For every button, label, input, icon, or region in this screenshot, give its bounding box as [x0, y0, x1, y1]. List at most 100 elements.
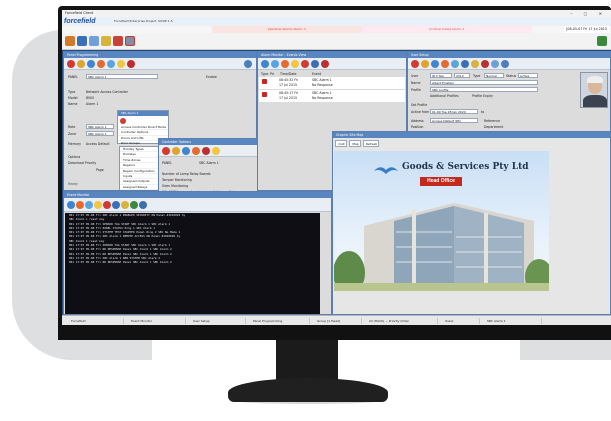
task-panel-programming[interactable]: Panel Programming	[248, 318, 310, 324]
tab-quit[interactable]: Quit	[335, 140, 347, 147]
address-field[interactable]: Access Default 9Hz	[430, 118, 478, 123]
user-type-label: Type	[473, 74, 481, 78]
close-icon[interactable]	[120, 118, 126, 124]
monitor-stand-base	[228, 378, 388, 402]
user-photo[interactable]	[580, 72, 608, 108]
alarm-indicator-critical[interactable]: [Critical Pulse] Alarm: 1	[362, 26, 532, 33]
add-icon[interactable]	[182, 147, 190, 155]
camera-icon[interactable]	[311, 60, 319, 68]
active-to-label: to	[481, 110, 485, 114]
task-sbc-alarm[interactable]: SBC Alarm 1	[482, 318, 542, 324]
panel-programming-icon[interactable]	[125, 36, 135, 46]
search-icon[interactable]	[271, 60, 279, 68]
rate-field[interactable]: SBC Alarm 1	[86, 124, 114, 129]
col-time: Time/Date	[280, 72, 297, 76]
panel-programming-toolbar	[64, 58, 256, 70]
silence-icon[interactable]	[301, 60, 309, 68]
active-from-field[interactable]: 01:00 Tue 28 Jan 2020	[430, 109, 478, 114]
user-id-field[interactable]: 2313	[454, 73, 470, 78]
table-row[interactable]: 08:45:32 Fri 17 Jul 2015 SBC Alarm 1 No …	[259, 77, 405, 89]
search-icon[interactable]	[451, 60, 459, 68]
edit-icon[interactable]	[441, 60, 449, 68]
download-priority-label: Download Priority	[68, 161, 97, 165]
copy-icon[interactable]	[117, 60, 125, 68]
card-icon[interactable]	[471, 60, 479, 68]
building-photo[interactable]: Goods & Services Pty Ltd Head Office	[334, 151, 549, 291]
window-controls[interactable]: – ▢ ✕	[570, 10, 607, 17]
office-building	[334, 203, 549, 291]
siren-monitoring-label[interactable]: Siren Monitoring	[162, 184, 188, 188]
delete-icon[interactable]	[103, 201, 111, 209]
folder-icon[interactable]	[101, 36, 111, 46]
memory-label: Memory	[68, 142, 81, 146]
event-log[interactable]: 001 17:07 05-08 Fri SBC Alarm 1 ENABLED …	[65, 213, 320, 314]
tamper-monitoring-label[interactable]: Tamper Monitoring	[162, 178, 192, 182]
additional-profiles-label[interactable]: Additional Profiles	[430, 94, 459, 98]
add-icon[interactable]	[431, 60, 439, 68]
edit-icon[interactable]	[192, 147, 200, 155]
rate-label: Rate	[68, 125, 76, 129]
delete-icon[interactable]	[127, 60, 135, 68]
network-icon[interactable]	[89, 36, 99, 46]
user-name-field[interactable]: Albert Einstein	[430, 80, 538, 85]
acknowledge-icon[interactable]	[261, 60, 269, 68]
note-icon[interactable]	[94, 201, 102, 209]
site-map-window: Graphic Site Map Quit Map Refresh Goods …	[332, 131, 611, 315]
search-icon[interactable]	[85, 201, 93, 209]
search-icon[interactable]	[107, 60, 115, 68]
edit-icon[interactable]	[97, 60, 105, 68]
user-id-select[interactable]: ID ▾ Tag	[430, 73, 452, 78]
refresh-icon[interactable]	[244, 60, 252, 68]
task-users[interactable]: Users	[440, 318, 480, 324]
tab-refresh[interactable]: Refresh	[363, 140, 379, 147]
photo-icon[interactable]	[491, 60, 499, 68]
tab-map[interactable]: Map	[349, 140, 361, 147]
panel-select[interactable]: SBC Alarm 1	[86, 74, 158, 79]
edit-icon[interactable]	[281, 60, 289, 68]
print-icon[interactable]	[121, 201, 129, 209]
refresh-icon[interactable]	[501, 60, 509, 68]
brand-logo: forcefield	[64, 18, 96, 25]
alarm-indicator-sentinel[interactable]: [Sentinel alarm] Alarm: 1	[212, 26, 362, 33]
delete-icon[interactable]	[321, 60, 329, 68]
save-icon[interactable]	[421, 60, 429, 68]
delete-icon[interactable]	[202, 147, 210, 155]
user-type-select[interactable]: Normal	[484, 73, 504, 78]
task-event-monitor[interactable]: Event Monitor	[126, 318, 186, 324]
task-user-setup[interactable]: User Setup	[188, 318, 246, 324]
position-label: Position	[411, 125, 424, 129]
zone-field[interactable]: SBC Alarm 1	[86, 131, 114, 136]
print-icon[interactable]	[461, 60, 469, 68]
close-icon[interactable]	[67, 60, 75, 68]
note-icon[interactable]	[291, 60, 299, 68]
play-icon[interactable]	[130, 201, 138, 209]
computer-icon[interactable]	[77, 36, 87, 46]
status-select[interactable]: Active	[518, 73, 538, 78]
company-name: Goods & Services Pty Ltd	[402, 162, 529, 172]
profile-select[interactable]: SBC profile	[430, 87, 538, 92]
event-date: 17 Jul 2015	[279, 83, 298, 87]
task-forcefield[interactable]: Forcefield	[66, 318, 124, 324]
save-icon[interactable]	[172, 147, 180, 155]
delete-icon[interactable]	[481, 60, 489, 68]
edit-icon[interactable]	[76, 201, 84, 209]
task-group[interactable]: Group [1 Head]	[312, 318, 362, 324]
save-icon[interactable]	[77, 60, 85, 68]
event-log-line: 001 17:07 05-08 Fri NO RESPONSE Panel SB…	[69, 260, 172, 265]
help-icon[interactable]	[597, 36, 607, 46]
camera-icon[interactable]	[112, 201, 120, 209]
table-row[interactable]: 08:45:17 Fri 17 Jul 2015 SBC Alarm 1 No …	[259, 90, 405, 102]
close-icon[interactable]	[411, 60, 419, 68]
key-icon[interactable]	[212, 147, 220, 155]
filter-icon[interactable]	[67, 201, 75, 209]
users-icon[interactable]	[65, 36, 75, 46]
enable-checkbox-label[interactable]: Enable	[206, 75, 217, 79]
clock-readout: [08-05-07 Fri 17 Jul 2015	[564, 26, 609, 33]
menu-item-assigned-relays[interactable]: Assigned Relays	[120, 185, 160, 190]
task-priority-order[interactable]: All (HACK) ~ Priority Order	[364, 318, 438, 324]
forward-icon[interactable]	[139, 201, 147, 209]
add-icon[interactable]	[87, 60, 95, 68]
close-icon[interactable]	[162, 147, 170, 155]
page-label: Page	[96, 168, 104, 172]
report-icon[interactable]	[113, 36, 123, 46]
